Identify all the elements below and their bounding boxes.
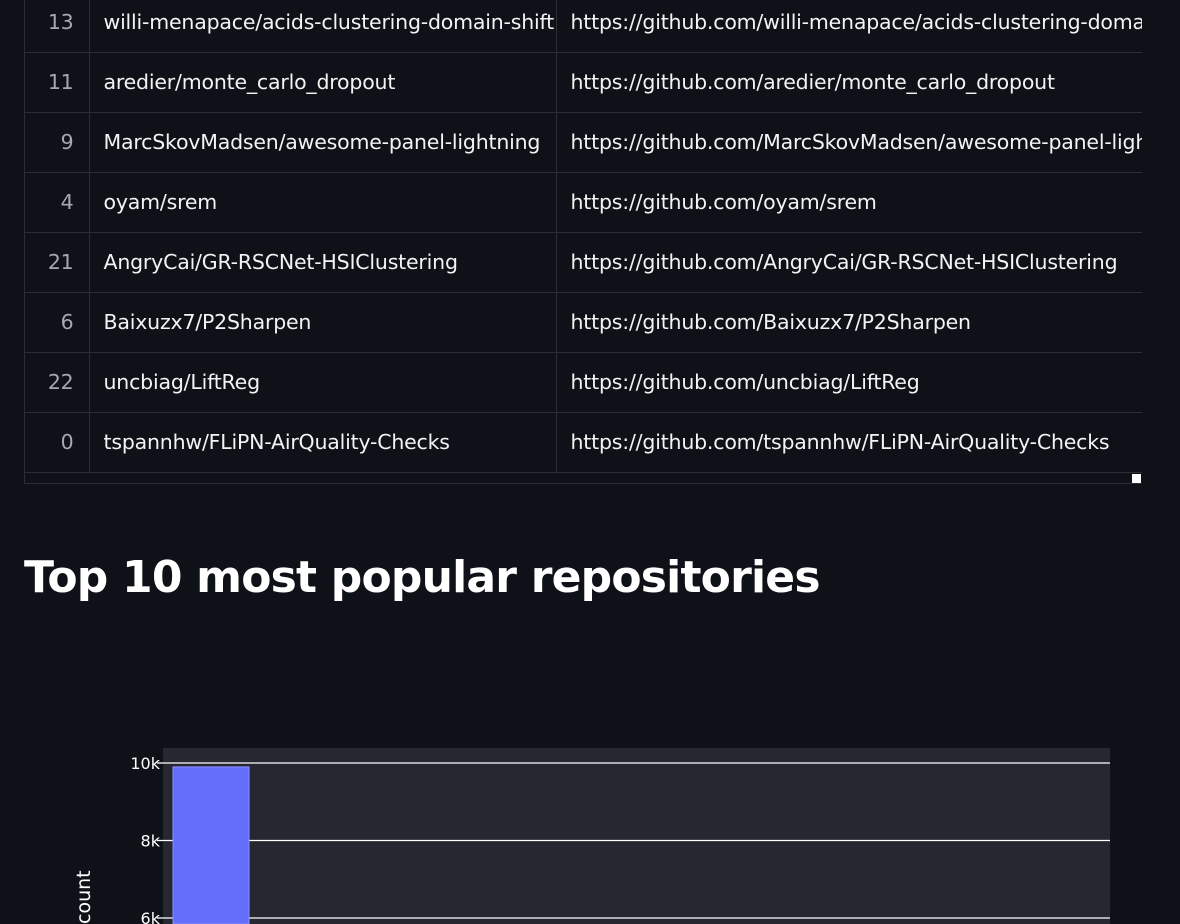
row-index: 4 — [25, 172, 90, 233]
table-row[interactable]: 4 oyam/srem https://github.com/oyam/srem — [25, 172, 1142, 233]
repositories-grid: 13 willi-menapace/acids-clustering-domai… — [25, 0, 1142, 473]
table-row[interactable]: 21 AngryCai/GR-RSCNet-HSIClustering http… — [25, 232, 1142, 293]
repo-url-cell[interactable]: https://github.com/oyam/srem — [556, 172, 1142, 233]
table-row[interactable]: 11 aredier/monte_carlo_dropout https://g… — [25, 52, 1142, 113]
table-row[interactable]: 13 willi-menapace/acids-clustering-domai… — [25, 0, 1142, 53]
y-tick-label: 10k — [130, 754, 160, 773]
repo-name-cell[interactable]: AngryCai/GR-RSCNet-HSIClustering — [89, 232, 557, 293]
y-axis-title: count — [73, 870, 95, 924]
table-row[interactable]: 0 tspannhw/FLiPN-AirQuality-Checks https… — [25, 412, 1142, 473]
repo-name-cell[interactable]: tspannhw/FLiPN-AirQuality-Checks — [89, 412, 557, 473]
table-row[interactable]: 9 MarcSkovMadsen/awesome-panel-lightning… — [25, 112, 1142, 173]
repo-url-cell[interactable]: https://github.com/aredier/monte_carlo_d… — [556, 52, 1142, 113]
repo-name-cell[interactable]: MarcSkovMadsen/awesome-panel-lightning — [89, 112, 557, 173]
row-index: 21 — [25, 232, 90, 293]
repo-url-cell[interactable]: https://github.com/willi-menapace/acids-… — [556, 0, 1142, 53]
table-row[interactable]: 6 Baixuzx7/P2Sharpen https://github.com/… — [25, 292, 1142, 353]
table-resize-handle[interactable] — [1132, 474, 1141, 483]
repo-name-cell[interactable]: aredier/monte_carlo_dropout — [89, 52, 557, 113]
y-tick-label: 6k — [141, 909, 161, 924]
row-index: 9 — [25, 112, 90, 173]
chart-svg: 10k 8k 6k count — [73, 748, 1110, 924]
row-index: 22 — [25, 352, 90, 413]
row-index: 0 — [25, 412, 90, 473]
y-tick-label: 8k — [141, 832, 161, 851]
repo-url-cell[interactable]: https://github.com/AngryCai/GR-RSCNet-HS… — [556, 232, 1142, 293]
repo-url-cell[interactable]: https://github.com/Baixuzx7/P2Sharpen — [556, 292, 1142, 353]
row-index: 13 — [25, 0, 90, 53]
repo-name-cell[interactable]: willi-menapace/acids-clustering-domain-s… — [89, 0, 557, 53]
repo-name-cell[interactable]: oyam/srem — [89, 172, 557, 233]
app-page: 13 willi-menapace/acids-clustering-domai… — [0, 0, 1180, 924]
repositories-table[interactable]: 13 willi-menapace/acids-clustering-domai… — [24, 0, 1142, 484]
repo-url-cell[interactable]: https://github.com/tspannhw/FLiPN-AirQua… — [556, 412, 1142, 473]
row-index: 6 — [25, 292, 90, 353]
bar[interactable] — [172, 766, 250, 924]
table-row[interactable]: 22 uncbiag/LiftReg https://github.com/un… — [25, 352, 1142, 413]
plot-background — [163, 748, 1110, 924]
repo-name-cell[interactable]: uncbiag/LiftReg — [89, 352, 557, 413]
repo-url-cell[interactable]: https://github.com/MarcSkovMadsen/awesom… — [556, 112, 1142, 173]
repo-url-cell[interactable]: https://github.com/uncbiag/LiftReg — [556, 352, 1142, 413]
repo-name-cell[interactable]: Baixuzx7/P2Sharpen — [89, 292, 557, 353]
row-index: 11 — [25, 52, 90, 113]
section-title: Top 10 most popular repositories — [24, 552, 821, 603]
popularity-bar-chart: 10k 8k 6k count — [0, 730, 1180, 924]
